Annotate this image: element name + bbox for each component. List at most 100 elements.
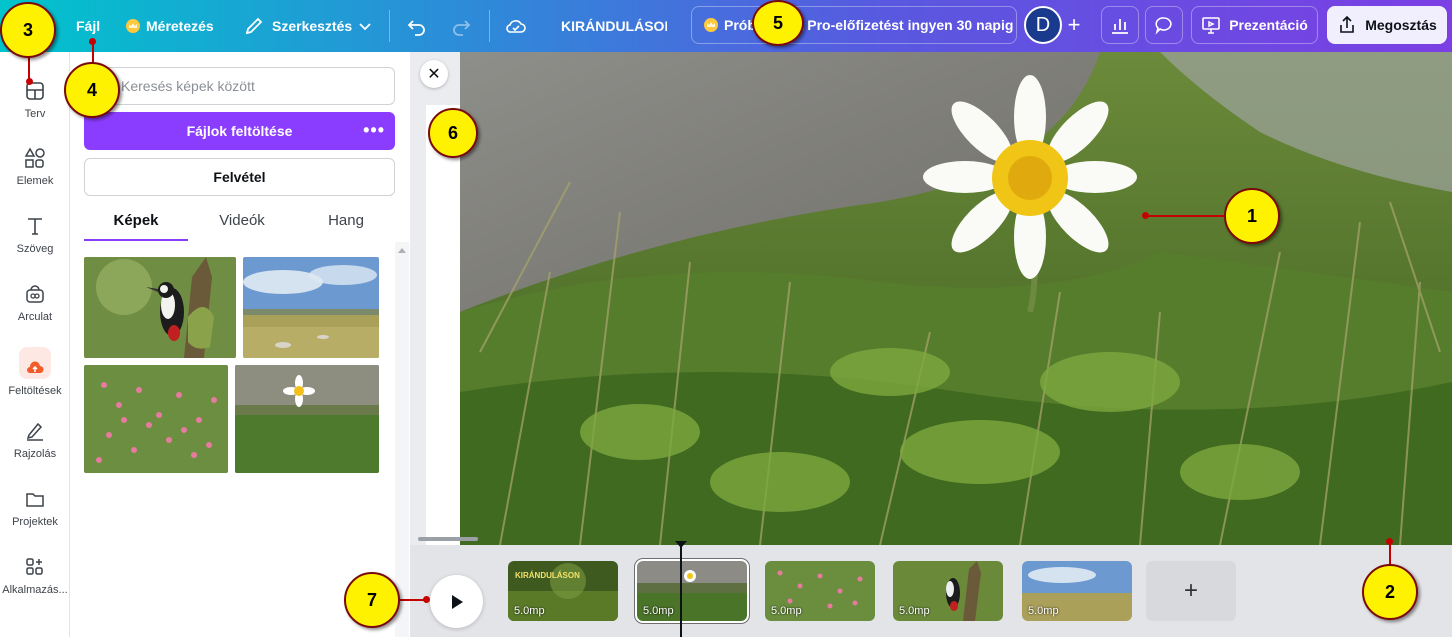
upload-files-button[interactable]: Fájlok feltöltése ••• xyxy=(84,112,395,150)
comments-button[interactable] xyxy=(1145,6,1183,44)
annotation-dot xyxy=(89,38,96,45)
avatar-letter: D xyxy=(1035,13,1051,36)
divider xyxy=(489,10,490,42)
callout-number: 4 xyxy=(86,79,97,100)
redo-icon xyxy=(453,20,471,36)
rail-label: Arculat xyxy=(17,311,53,323)
clip-duration: 5.0mp xyxy=(643,605,674,617)
timeline-clip[interactable]: 5.0mp xyxy=(1022,561,1132,621)
record-button[interactable]: Felvétel xyxy=(84,158,395,196)
image-thumbnail-pink-flowers[interactable] xyxy=(84,365,228,473)
document-title-text: KIRÁNDULÁSON xyxy=(561,18,667,34)
share-label: Megosztás xyxy=(1365,17,1437,33)
undo-icon xyxy=(407,20,425,36)
callout-number: 2 xyxy=(1384,581,1395,602)
record-label: Felvétel xyxy=(213,169,266,185)
uploads-panel: Keresés képek között Fájlok feltöltése •… xyxy=(70,52,410,637)
upload-files-label: Fájlok feltöltése xyxy=(186,123,293,139)
annotation-callout-4: 4 xyxy=(64,62,120,118)
save-status-button[interactable] xyxy=(504,0,528,52)
add-clip-button[interactable]: + xyxy=(1146,561,1236,621)
rail-item-design[interactable]: Terv xyxy=(0,70,70,132)
more-options-icon[interactable]: ••• xyxy=(363,120,385,141)
rail-item-uploads[interactable]: Feltöltések xyxy=(0,341,70,403)
pencil-icon xyxy=(245,17,263,35)
callout-number: 7 xyxy=(366,589,377,610)
crown-icon xyxy=(126,19,140,33)
share-button[interactable]: Megosztás xyxy=(1327,6,1447,44)
tab-label: Videók xyxy=(219,212,265,229)
clip-duration: 5.0mp xyxy=(899,605,930,617)
redo-button[interactable] xyxy=(450,0,472,52)
annotation-dot xyxy=(1142,212,1149,219)
rail-label: Szöveg xyxy=(16,243,54,255)
panel-collapse-strip xyxy=(426,105,460,545)
cloud-upload-icon xyxy=(19,347,51,379)
timeline-clip[interactable]: KIRÁNDULÁSON 5.0mp xyxy=(508,561,618,621)
tab-audio[interactable]: Hang xyxy=(294,212,398,242)
crown-icon xyxy=(704,18,718,32)
rail-label: Projektek xyxy=(12,516,58,528)
timeline-clip-selected[interactable]: 5.0mp xyxy=(635,559,749,623)
image-thumbnail-landscape[interactable] xyxy=(243,257,379,358)
active-tab-indicator xyxy=(84,239,188,241)
search-input[interactable]: Keresés képek között xyxy=(84,67,395,105)
folder-icon xyxy=(26,493,44,507)
canvas-photo-daisy[interactable] xyxy=(460,52,1452,545)
close-panel-button[interactable]: ✕ xyxy=(420,60,448,88)
annotation-callout-2: 2 xyxy=(1362,564,1418,620)
insights-button[interactable] xyxy=(1101,6,1139,44)
rail-label: Terv xyxy=(24,108,46,120)
annotation-leader xyxy=(1146,215,1226,217)
image-thumbnail-woodpecker[interactable] xyxy=(84,257,236,358)
add-icon: + xyxy=(1067,12,1081,37)
resize-button[interactable]: Méretezés xyxy=(126,0,214,52)
timeline-clip[interactable]: 5.0mp xyxy=(765,561,875,621)
undo-button[interactable] xyxy=(406,0,428,52)
clip-duration: 5.0mp xyxy=(1028,605,1059,617)
panel-scrollbar[interactable] xyxy=(395,242,409,637)
rail-label: Alkalmazás... xyxy=(2,584,68,596)
callout-number: 5 xyxy=(772,12,783,33)
annotation-dot xyxy=(1386,538,1393,545)
annotation-callout-3: 3 xyxy=(0,2,56,58)
callout-number: 1 xyxy=(1246,205,1257,226)
rail-item-elements[interactable]: Elemek xyxy=(0,137,70,199)
rail-item-text[interactable]: Szöveg xyxy=(0,205,70,267)
file-menu-label: Fájl xyxy=(76,18,101,34)
annotation-callout-6: 6 xyxy=(428,108,478,158)
pro-trial-button[interactable]: Próbáld ki a Pro-előfizetést ingyen 30 n… xyxy=(691,6,1017,44)
annotation-callout-1: 1 xyxy=(1224,188,1280,244)
tab-label: Hang xyxy=(328,212,364,229)
image-thumbnail-daisy[interactable] xyxy=(235,365,379,473)
avatar[interactable]: D xyxy=(1024,6,1062,44)
add-icon: + xyxy=(1183,577,1198,604)
rail-item-draw[interactable]: Rajzolás xyxy=(0,410,70,472)
timeline-clip[interactable]: 5.0mp xyxy=(893,561,1003,621)
rail-item-apps[interactable]: Alkalmazás... xyxy=(0,546,70,608)
present-icon xyxy=(1202,17,1221,34)
callout-number: 6 xyxy=(447,122,458,143)
edit-menu[interactable]: Szerkesztés xyxy=(244,0,372,52)
tab-videos[interactable]: Videók xyxy=(190,212,294,242)
annotation-dot xyxy=(26,78,33,85)
rail-label: Rajzolás xyxy=(13,448,57,460)
share-icon xyxy=(1340,15,1355,33)
annotation-callout-7: 7 xyxy=(344,572,400,628)
tab-images[interactable]: Képek xyxy=(84,212,188,242)
play-button[interactable] xyxy=(430,575,483,628)
resize-label: Méretezés xyxy=(146,18,214,34)
apps-icon xyxy=(26,558,43,575)
tab-label: Képek xyxy=(113,212,159,229)
file-menu[interactable]: Fájl xyxy=(76,0,100,52)
shapes-icon xyxy=(24,147,45,168)
add-collaborator-button[interactable]: + xyxy=(1060,10,1088,40)
present-button[interactable]: Prezentáció xyxy=(1191,6,1318,44)
playhead[interactable] xyxy=(675,541,687,637)
annotation-callout-5: 5 xyxy=(752,0,804,46)
rail-item-brand[interactable]: Arculat xyxy=(0,273,70,335)
document-title[interactable]: KIRÁNDULÁSON xyxy=(561,0,667,52)
canvas-scrollbar[interactable] xyxy=(418,537,478,541)
rail-item-projects[interactable]: Projektek xyxy=(0,478,70,540)
rail-label: Feltöltések xyxy=(8,385,62,397)
